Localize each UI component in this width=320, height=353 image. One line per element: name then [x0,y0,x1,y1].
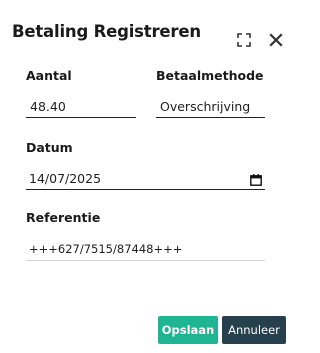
betaalmethode-select[interactable]: Overschrijving [156,96,265,118]
dialog-title: Betaling Registreren [12,22,201,41]
datum-label: Datum [26,140,73,155]
maximize-icon [237,33,251,47]
aantal-label: Aantal [26,68,72,83]
close-icon [269,33,283,47]
datum-value: 14/07/2025 [29,171,102,186]
betaalmethode-value: Overschrijving [160,99,251,114]
referentie-label: Referentie [26,210,101,225]
save-button[interactable]: Opslaan [158,316,218,344]
cancel-button[interactable]: Annuleer [222,316,286,344]
referentie-input[interactable]: +++627/7515/87448+++ [26,239,265,261]
betaalmethode-label: Betaalmethode [156,68,264,83]
aantal-value: 48.40 [30,99,66,114]
referentie-value: +++627/7515/87448+++ [29,242,183,256]
maximize-button[interactable] [237,32,251,47]
close-button[interactable] [268,32,284,48]
datum-input[interactable]: 14/07/2025 [26,168,265,190]
calendar-button[interactable] [250,171,262,186]
payment-dialog: Betaling Registreren Aantal 48.40 Betaal… [0,0,294,353]
calendar-icon [250,174,262,186]
aantal-input[interactable]: 48.40 [26,96,136,118]
